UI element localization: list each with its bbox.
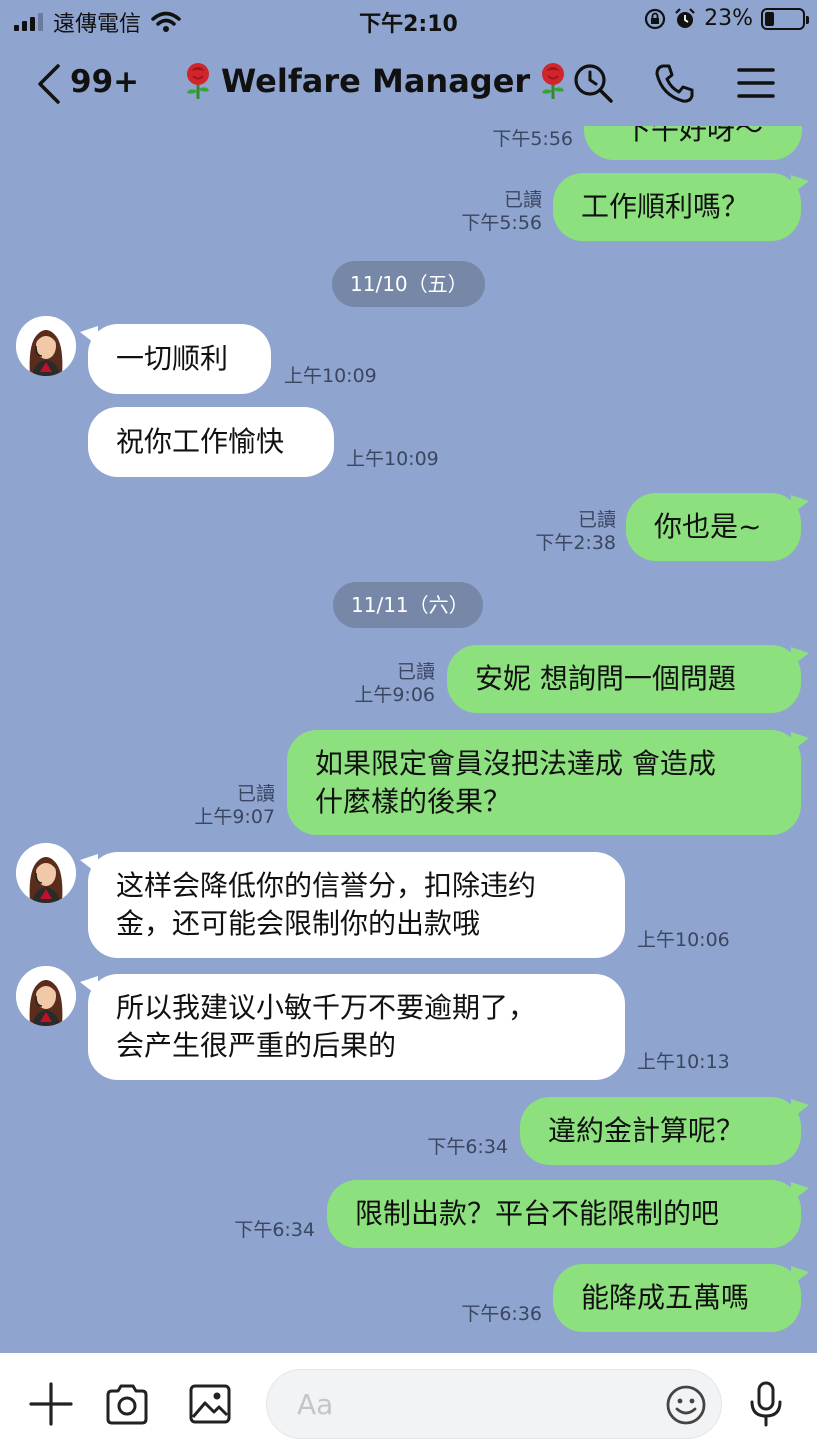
plus-icon[interactable]	[28, 1381, 74, 1427]
message-time: 下午6:34	[234, 1219, 315, 1241]
message-time: 下午6:34	[427, 1136, 508, 1158]
sent-bubble[interactable]: 限制出款？平台不能限制的吧	[327, 1180, 809, 1248]
avatar-icon	[16, 316, 76, 376]
avatar-icon	[16, 843, 76, 903]
unread-count[interactable]: 99+	[70, 64, 139, 100]
message-time: 下午5:56	[492, 128, 573, 150]
avatar-icon	[16, 966, 76, 1026]
message-time: 上午10:13	[637, 1051, 730, 1073]
alarm-icon	[675, 7, 695, 28]
sent-bubble[interactable]: 你也是~	[626, 493, 809, 561]
message-meta: 已讀 上午9:06	[354, 661, 435, 707]
message-meta: 已讀 下午2:38	[535, 509, 616, 555]
camera-icon[interactable]	[104, 1381, 150, 1427]
battery-percent: 23%	[704, 6, 753, 31]
message-time: 下午5:56	[461, 212, 542, 234]
rose-icon	[542, 63, 565, 99]
message-time: 上午9:07	[194, 806, 275, 828]
menu-icon[interactable]	[735, 62, 777, 104]
received-bubble[interactable]: 这样会降低你的信誉分，扣除违约 金，还可能会限制你的出款哦	[80, 852, 625, 958]
message-input-field[interactable]	[266, 1369, 722, 1439]
emoji-icon[interactable]	[665, 1384, 707, 1426]
image-icon[interactable]	[187, 1381, 233, 1427]
chat-title[interactable]: Welfare Manager	[175, 61, 576, 101]
message-time: 下午6:36	[461, 1303, 542, 1325]
message-time: 下午2:38	[535, 532, 616, 554]
search-clock-icon[interactable]	[572, 62, 614, 104]
message-time: 上午10:09	[284, 365, 377, 387]
orientation-lock-icon	[644, 8, 666, 29]
sent-bubble[interactable]: 安妮 想詢問一個問題	[447, 645, 809, 713]
avatar[interactable]	[16, 316, 76, 376]
rose-icon	[187, 63, 209, 99]
phone-icon[interactable]	[654, 62, 696, 104]
date-separator: 11/10（五）	[332, 261, 485, 307]
read-receipt: 已讀	[396, 661, 435, 683]
read-receipt: 已讀	[577, 509, 616, 531]
message-time: 上午10:06	[637, 929, 730, 951]
read-receipt: 已讀	[236, 783, 275, 805]
avatar[interactable]	[16, 843, 76, 903]
chat-title-text: Welfare Manager	[221, 62, 531, 100]
microphone-icon[interactable]	[743, 1381, 789, 1427]
message-input[interactable]	[297, 1370, 657, 1438]
received-bubble[interactable]: 一切顺利	[80, 324, 271, 394]
message-time: 上午10:09	[346, 448, 439, 470]
sent-bubble[interactable]: 違約金計算呢？	[520, 1097, 809, 1165]
avatar[interactable]	[16, 966, 76, 1026]
sent-bubble[interactable]: 工作順利嗎？	[553, 173, 809, 241]
chat-header: 99+ Welfare Manager	[0, 42, 817, 126]
status-bar: 遠傳電信 下午2:10 23%	[0, 0, 817, 42]
battery-icon	[761, 7, 809, 30]
message-meta: 已讀 上午9:07	[194, 783, 275, 829]
message-time: 上午9:06	[354, 684, 435, 706]
received-bubble[interactable]: 祝你工作愉快	[88, 407, 334, 477]
received-bubble[interactable]: 所以我建议小敏千万不要逾期了， 会产生很严重的后果的	[80, 974, 625, 1080]
sent-bubble[interactable]: 如果限定會員沒把法達成 會造成 什麼樣的後果？	[287, 730, 809, 835]
back-chevron-icon[interactable]	[34, 62, 64, 106]
read-receipt: 已讀	[503, 189, 542, 211]
message-meta: 已讀 下午5:56	[461, 189, 542, 235]
date-separator: 11/11（六）	[333, 582, 483, 628]
sent-bubble[interactable]: 能降成五萬嗎	[553, 1264, 809, 1332]
input-bar	[0, 1353, 817, 1453]
